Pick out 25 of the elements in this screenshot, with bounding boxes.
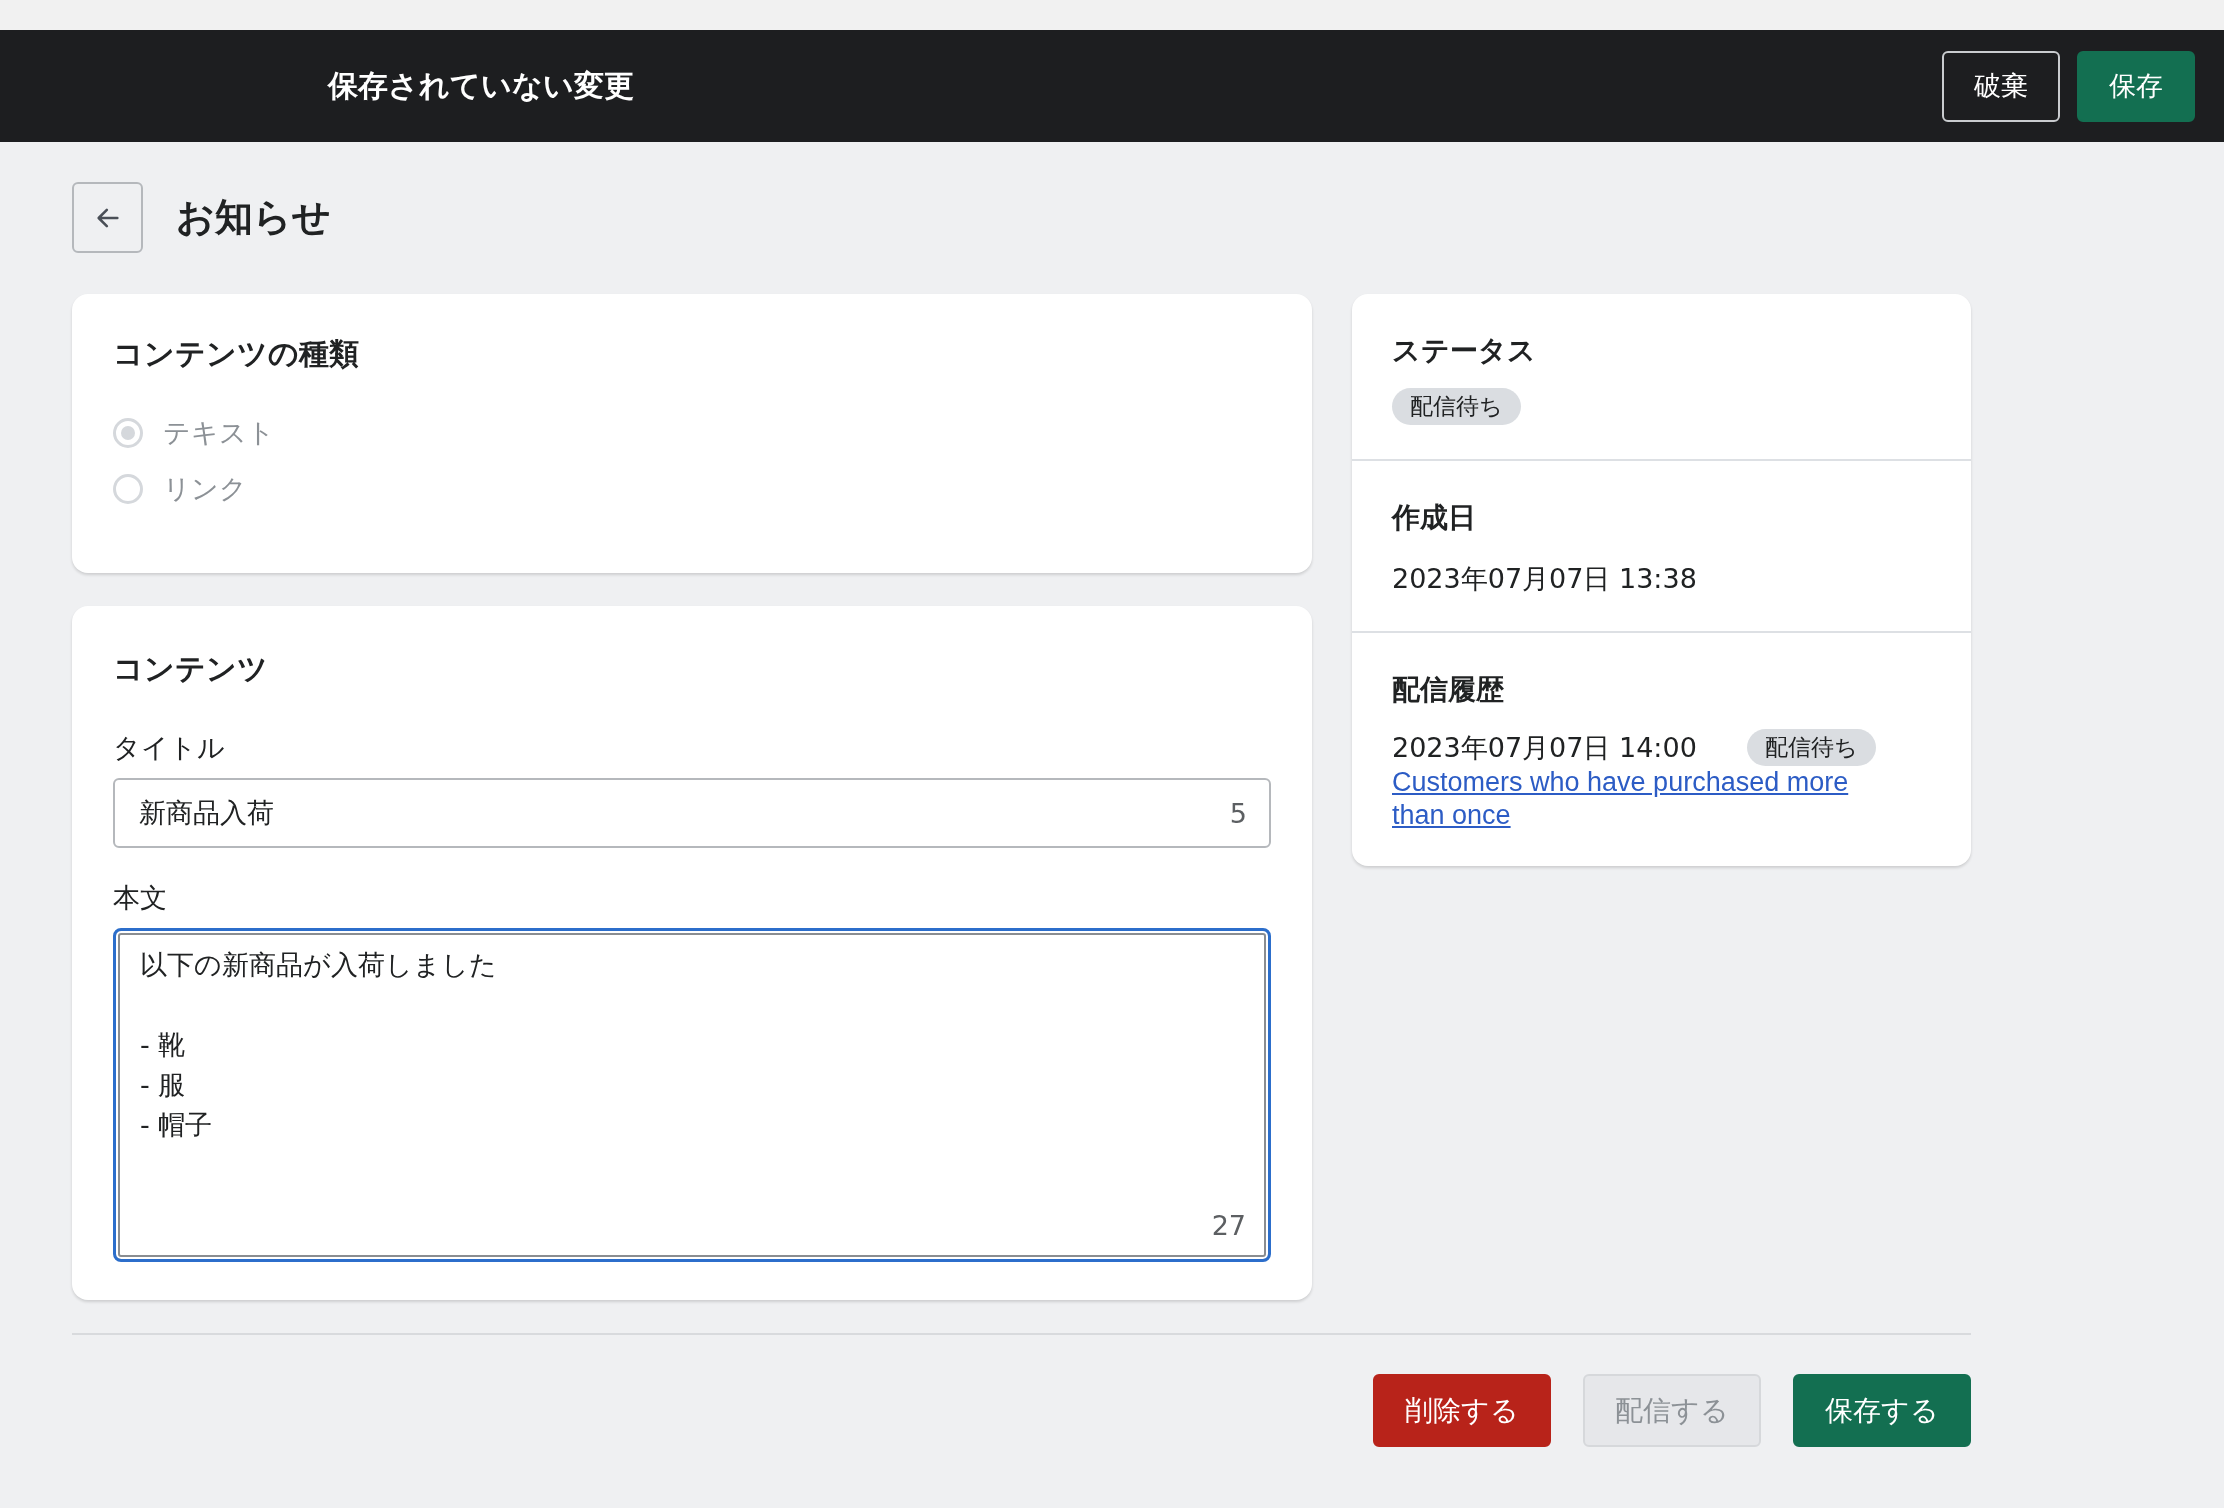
created-date: 2023年07月07日 13:38 [1392, 562, 1698, 596]
delivery-datetime: 2023年07月07日 14:00 [1392, 730, 1697, 765]
radio-label: リンク [163, 472, 247, 506]
save-button[interactable]: 保存する [1793, 1374, 1971, 1447]
character-count: 27 [1211, 1210, 1246, 1241]
field-label: 本文 [113, 881, 168, 915]
title-input-field[interactable]: 新商品入荷 5 [113, 778, 1271, 848]
card-title: コンテンツの種類 [113, 335, 360, 373]
save-button[interactable]: 保存 [2077, 50, 2195, 122]
status-badge: 配信待ち [1746, 729, 1876, 766]
body-text-area[interactable]: 以下の新商品が入荷しました - 靴 - 服 - 帽子 27 [113, 928, 1271, 1262]
radio-label: テキスト [163, 416, 275, 450]
status-badge: 配信待ち [1392, 388, 1521, 425]
page-title: お知らせ [176, 194, 331, 241]
unsaved-changes-title: 保存されていない変更 [328, 66, 634, 105]
field-label: タイトル [113, 731, 226, 765]
section-title: 配信履歴 [1392, 672, 1505, 708]
card-title: コンテンツ [113, 650, 269, 688]
section-title: 作成日 [1392, 500, 1477, 536]
segment-link[interactable]: Customers who have purchased more than once [1392, 766, 1892, 832]
section-title: ステータス [1392, 333, 1537, 369]
back-button[interactable] [72, 182, 143, 253]
discard-button[interactable]: 破棄 [1942, 50, 2060, 122]
character-count: 5 [1229, 797, 1247, 829]
delete-button[interactable]: 削除する [1373, 1374, 1551, 1447]
